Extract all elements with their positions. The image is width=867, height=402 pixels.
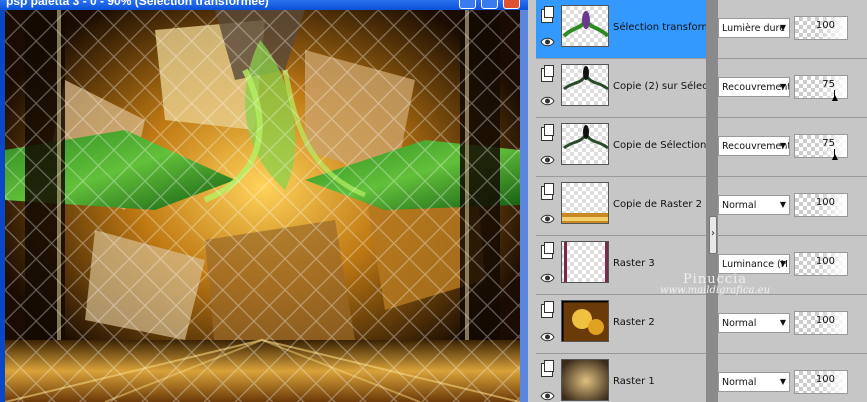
layer-row[interactable]: Copie de Raster 2: [536, 177, 706, 236]
expand-toggle[interactable]: ›: [709, 216, 717, 254]
eye-icon[interactable]: [540, 95, 555, 107]
chevron-down-icon: ▼: [779, 259, 786, 268]
watermark-url: www.maildigrafica.eu: [659, 285, 771, 296]
layer-thumbnail: [561, 300, 609, 342]
watermark: Pinuccia www.maildigrafica.eu: [640, 272, 790, 296]
opacity-slider[interactable]: 75 ▲: [794, 75, 848, 102]
opacity-slider-handle-icon[interactable]: ▲: [832, 93, 838, 102]
eye-icon[interactable]: [540, 390, 555, 402]
layer-props-row: Recouvrement ▼ 75 ▲: [718, 59, 867, 118]
layer-thumbnail: [561, 123, 609, 165]
opacity-slider[interactable]: 100: [794, 370, 848, 394]
image-window-title: psp paletta 3 - 0 - 90% (Sélection trans…: [6, 0, 269, 8]
opacity-value: 75: [822, 138, 835, 149]
minimize-button[interactable]: [459, 0, 476, 9]
eye-icon[interactable]: [540, 154, 555, 166]
opacity-value: 100: [815, 20, 835, 31]
layer-name: Raster 1: [613, 376, 655, 387]
chevron-down-icon: ▼: [779, 141, 786, 150]
maximize-button[interactable]: [481, 0, 498, 9]
layer-group-icon[interactable]: [541, 360, 554, 377]
blend-mode-dropdown[interactable]: Normal ▼: [718, 372, 790, 392]
blend-mode-dropdown[interactable]: Recouvrement ▼: [718, 136, 790, 156]
layer-name: Copie de Sélection trans: [613, 140, 707, 151]
layer-row[interactable]: Raster 1: [536, 354, 706, 402]
canvas-vertical-scrollbar[interactable]: [520, 10, 528, 402]
opacity-value: 100: [815, 315, 835, 326]
eye-icon[interactable]: [540, 331, 555, 343]
blend-mode-dropdown[interactable]: Normal ▼: [718, 313, 790, 333]
layer-name: Raster 2: [613, 317, 655, 328]
chevron-right-icon: ›: [711, 228, 715, 239]
opacity-value: 100: [815, 197, 835, 208]
layer-group-icon[interactable]: [541, 124, 554, 141]
blend-mode-value: Normal: [722, 318, 757, 329]
layer-name: Raster 3: [613, 258, 655, 269]
opacity-value: 100: [815, 256, 835, 267]
layer-props-row: Normal ▼ 100: [718, 295, 867, 354]
layer-props-row: Normal ▼ 100: [718, 177, 867, 236]
opacity-value: 100: [815, 374, 835, 385]
palette-column-divider[interactable]: ›: [706, 0, 718, 402]
blend-mode-value: Lumière dure: [722, 23, 786, 34]
image-canvas[interactable]: [5, 10, 520, 402]
blend-mode-value: Normal: [722, 377, 757, 388]
artwork-image: [5, 10, 520, 402]
layer-group-icon[interactable]: [541, 6, 554, 23]
layer-row[interactable]: Copie (2) sur Sélection t: [536, 59, 707, 118]
layer-group-icon[interactable]: [541, 242, 554, 259]
workspace: psp paletta 3 - 0 - 90% (Sélection trans…: [0, 0, 867, 402]
eye-icon[interactable]: [540, 272, 555, 284]
chevron-down-icon: ▼: [779, 200, 786, 209]
layer-name: Copie (2) sur Sélection t: [613, 81, 707, 92]
opacity-slider-handle-icon[interactable]: ▲: [832, 152, 838, 161]
layer-thumbnail: [561, 241, 609, 283]
layer-thumbnail: [561, 5, 609, 47]
layer-group-icon[interactable]: [541, 301, 554, 318]
blend-mode-dropdown[interactable]: Lumière dure ▼: [718, 18, 790, 38]
layer-props-row: Recouvrement ▼ 75 ▲: [718, 118, 867, 177]
image-window-titlebar[interactable]: psp paletta 3 - 0 - 90% (Sélection trans…: [0, 0, 528, 10]
opacity-slider[interactable]: 100: [794, 193, 848, 217]
layers-palette: Sélection transformée Copie (2) sur Sélec…: [528, 0, 867, 402]
eye-icon[interactable]: [540, 213, 555, 225]
chevron-down-icon: ▼: [779, 377, 786, 386]
layer-props-row: Lumière dure ▼ 100: [718, 0, 867, 59]
layer-row[interactable]: Copie de Sélection trans: [536, 118, 707, 177]
opacity-slider[interactable]: 100: [794, 252, 848, 276]
layer-row[interactable]: Sélection transformée: [536, 0, 707, 59]
chevron-down-icon: ▼: [779, 82, 786, 91]
opacity-slider[interactable]: 100: [794, 16, 848, 40]
chevron-down-icon: ▼: [779, 23, 786, 32]
layer-row[interactable]: Raster 2: [536, 295, 706, 354]
layer-props-row: Normal ▼ 100: [718, 354, 867, 402]
layer-group-icon[interactable]: [541, 183, 554, 200]
blend-mode-dropdown[interactable]: Recouvrement ▼: [718, 77, 790, 97]
blend-mode-dropdown[interactable]: Normal ▼: [718, 195, 790, 215]
chevron-down-icon: ▼: [779, 318, 786, 327]
layer-name: Sélection transformée: [613, 22, 707, 33]
blend-mode-dropdown[interactable]: Luminance (H) ▼: [718, 254, 790, 274]
opacity-slider[interactable]: 100: [794, 311, 848, 335]
blend-mode-value: Normal: [722, 200, 757, 211]
opacity-slider[interactable]: 75 ▲: [794, 134, 848, 161]
close-button[interactable]: [503, 0, 520, 9]
opacity-value: 75: [822, 79, 835, 90]
layer-thumbnail: [561, 182, 609, 224]
layer-name: Copie de Raster 2: [613, 199, 703, 210]
layer-thumbnail: [561, 359, 609, 401]
image-window: psp paletta 3 - 0 - 90% (Sélection trans…: [0, 0, 528, 402]
eye-icon[interactable]: [540, 36, 555, 48]
layer-group-icon[interactable]: [541, 65, 554, 82]
layer-thumbnail: [561, 64, 609, 106]
